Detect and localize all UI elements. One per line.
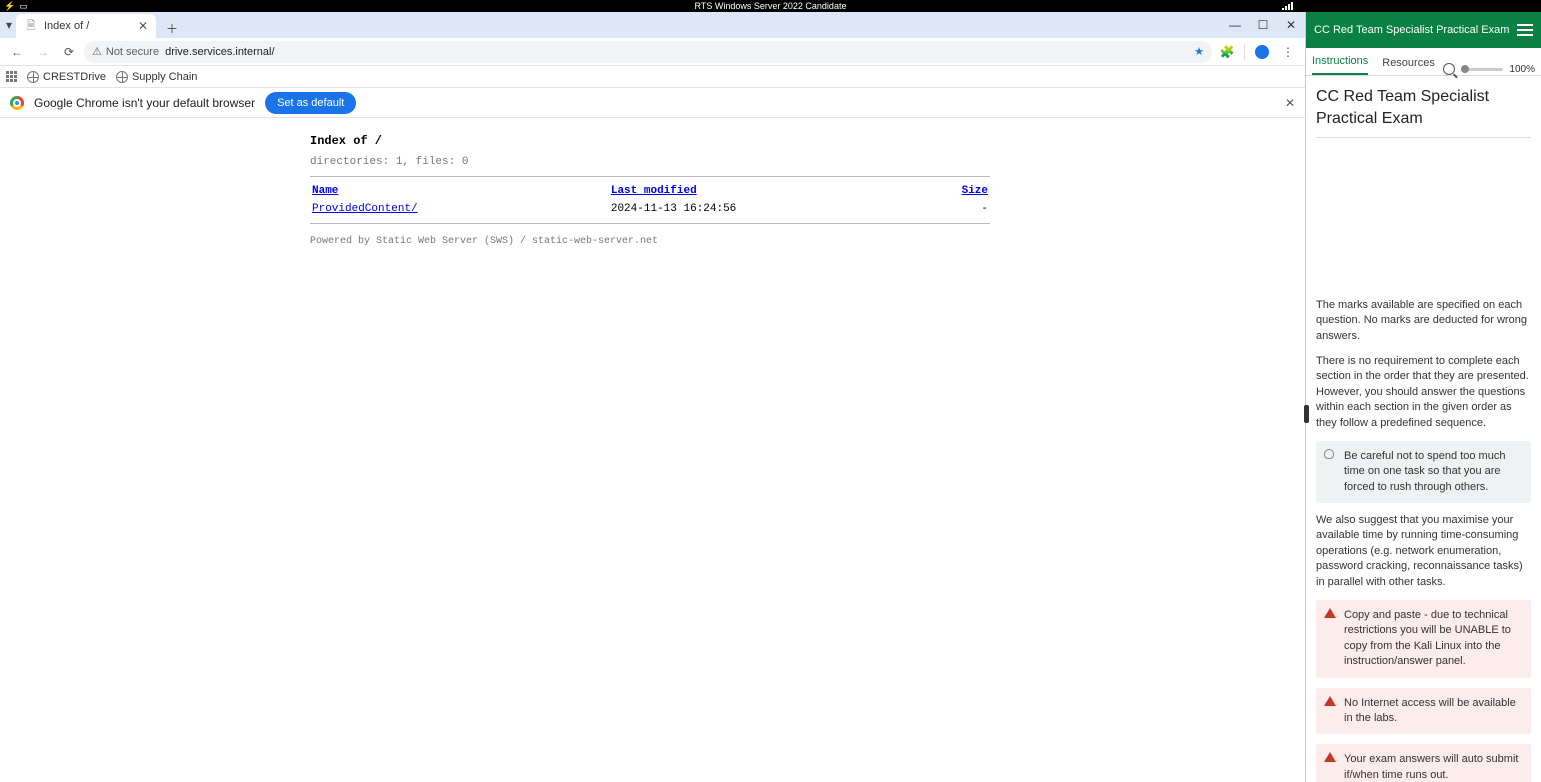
warning-text: No Internet access will be available in … [1344,697,1516,724]
lightning-icon[interactable]: ⚡ [4,1,15,12]
warning-icon [1324,696,1336,708]
kebab-menu-icon[interactable]: ⋮ [1277,45,1299,59]
zoom-value: 100% [1509,64,1535,75]
exam-tabs: Instructions Resources 100% [1306,48,1541,76]
exam-title: CC Red Team Specialist Practical Exam [1316,86,1531,131]
tab-instructions[interactable]: Instructions [1312,55,1368,75]
tip-callout: Be careful not to spend too much time on… [1316,441,1531,503]
server-footer: Powered by Static Web Server (SWS) / sta… [310,236,1305,247]
apps-shortcut[interactable] [6,71,17,82]
set-default-button[interactable]: Set as default [265,92,356,114]
warning-callout: Copy and paste - due to technical restri… [1316,600,1531,678]
divider [310,223,990,224]
browser-tab[interactable]: 🗎 Index of / ✕ [16,14,156,38]
lightbulb-icon [1324,449,1336,461]
reload-button[interactable]: ⟳ [58,41,80,63]
profile-icon[interactable] [1251,44,1273,60]
dir-entry-modified: 2024-11-13 16:24:56 [611,201,887,217]
directory-table: Name Last modified Size ProvidedContent/… [310,181,990,219]
divider [1316,137,1531,138]
zoom-control: 100% [1443,63,1535,75]
extensions-icon[interactable]: 🧩 [1216,45,1238,59]
exam-paragraph: The marks available are specified on eac… [1316,298,1531,344]
signal-icon [1282,2,1293,10]
os-taskbar: ⚡ ▭ RTS Windows Server 2022 Candidate [0,0,1541,12]
globe-icon [27,71,39,83]
os-title: RTS Windows Server 2022 Candidate [695,1,847,11]
browser-window: ▾ 🗎 Index of / ✕ ＋ — ☐ ✕ ← → ⟳ ⚠ Not sec… [0,12,1306,782]
toolbar: ← → ⟳ ⚠ Not secure ★ 🧩 ⋮ [0,38,1305,66]
bookmark-crestdrive[interactable]: CRESTDrive [27,71,106,83]
dir-entry-link[interactable]: ProvidedContent/ [312,203,418,215]
close-icon[interactable]: ✕ [1285,96,1295,110]
not-secure-label: Not secure [106,46,159,58]
zoom-thumb[interactable] [1461,65,1469,73]
separator [1244,44,1245,60]
col-name-link[interactable]: Name [312,185,338,197]
tab-search-dropdown[interactable]: ▾ [2,12,16,38]
dir-entry-size: - [889,201,988,217]
security-chip[interactable]: ⚠ Not secure [92,45,159,58]
default-browser-infobar: Google Chrome isn't your default browser… [0,88,1305,118]
exam-panel: CC Red Team Specialist Practical Exam In… [1306,12,1541,782]
bookmarks-bar: CRESTDrive Supply Chain [0,66,1305,88]
tab-title: Index of / [44,20,89,32]
bookmark-label: Supply Chain [132,71,197,83]
page-content: Index of / directories: 1, files: 0 Name… [0,118,1305,782]
exam-header-title: CC Red Team Specialist Practical Exam [1314,24,1509,36]
warning-icon [1324,752,1336,764]
warning-text: Your exam answers will auto submit if/wh… [1344,753,1518,780]
bookmark-supply-chain[interactable]: Supply Chain [116,71,197,83]
col-modified-link[interactable]: Last modified [611,185,697,197]
exam-header: CC Red Team Specialist Practical Exam [1306,12,1541,48]
url-input[interactable] [165,46,1188,58]
monitor-icon[interactable]: ▭ [19,1,28,12]
warning-icon: ⚠ [92,45,102,58]
close-icon[interactable]: ✕ [138,19,148,33]
table-row: ProvidedContent/ 2024-11-13 16:24:56 - [312,201,988,217]
hamburger-icon[interactable] [1517,24,1533,36]
warning-icon [1324,608,1336,620]
minimize-button[interactable]: — [1221,12,1249,38]
address-bar[interactable]: ⚠ Not secure ★ [84,41,1212,63]
zoom-slider[interactable] [1461,68,1503,71]
tab-resources[interactable]: Resources [1382,57,1435,75]
exam-paragraph: We also suggest that you maximise your a… [1316,513,1531,590]
panel-resize-handle[interactable] [1304,405,1309,423]
warning-callout: Your exam answers will auto submit if/wh… [1316,744,1531,782]
bookmark-star-icon[interactable]: ★ [1194,45,1204,58]
divider [310,176,990,177]
maximize-button[interactable]: ☐ [1249,12,1277,38]
warning-callout: No Internet access will be available in … [1316,688,1531,735]
exam-body[interactable]: CC Red Team Specialist Practical Exam Th… [1306,76,1541,782]
forward-button[interactable]: → [32,41,54,63]
bookmark-label: CRESTDrive [43,71,106,83]
col-size-link[interactable]: Size [962,185,988,197]
tip-text: Be careful not to spend too much time on… [1344,450,1505,493]
new-tab-button[interactable]: ＋ [162,18,182,38]
magnifier-icon[interactable] [1443,63,1455,75]
warning-text: Copy and paste - due to technical restri… [1344,609,1511,667]
dir-counts: directories: 1, files: 0 [310,156,1305,168]
apps-grid-icon [6,71,17,82]
file-icon: 🗎 [24,19,38,33]
exam-paragraph: There is no requirement to complete each… [1316,354,1531,431]
page-heading: Index of / [310,134,1305,148]
close-window-button[interactable]: ✕ [1277,12,1305,38]
infobar-text: Google Chrome isn't your default browser [34,96,255,110]
tab-strip: ▾ 🗎 Index of / ✕ ＋ — ☐ ✕ [0,12,1305,38]
globe-icon [116,71,128,83]
chrome-icon [10,96,24,110]
back-button[interactable]: ← [6,41,28,63]
table-header-row: Name Last modified Size [312,183,988,199]
